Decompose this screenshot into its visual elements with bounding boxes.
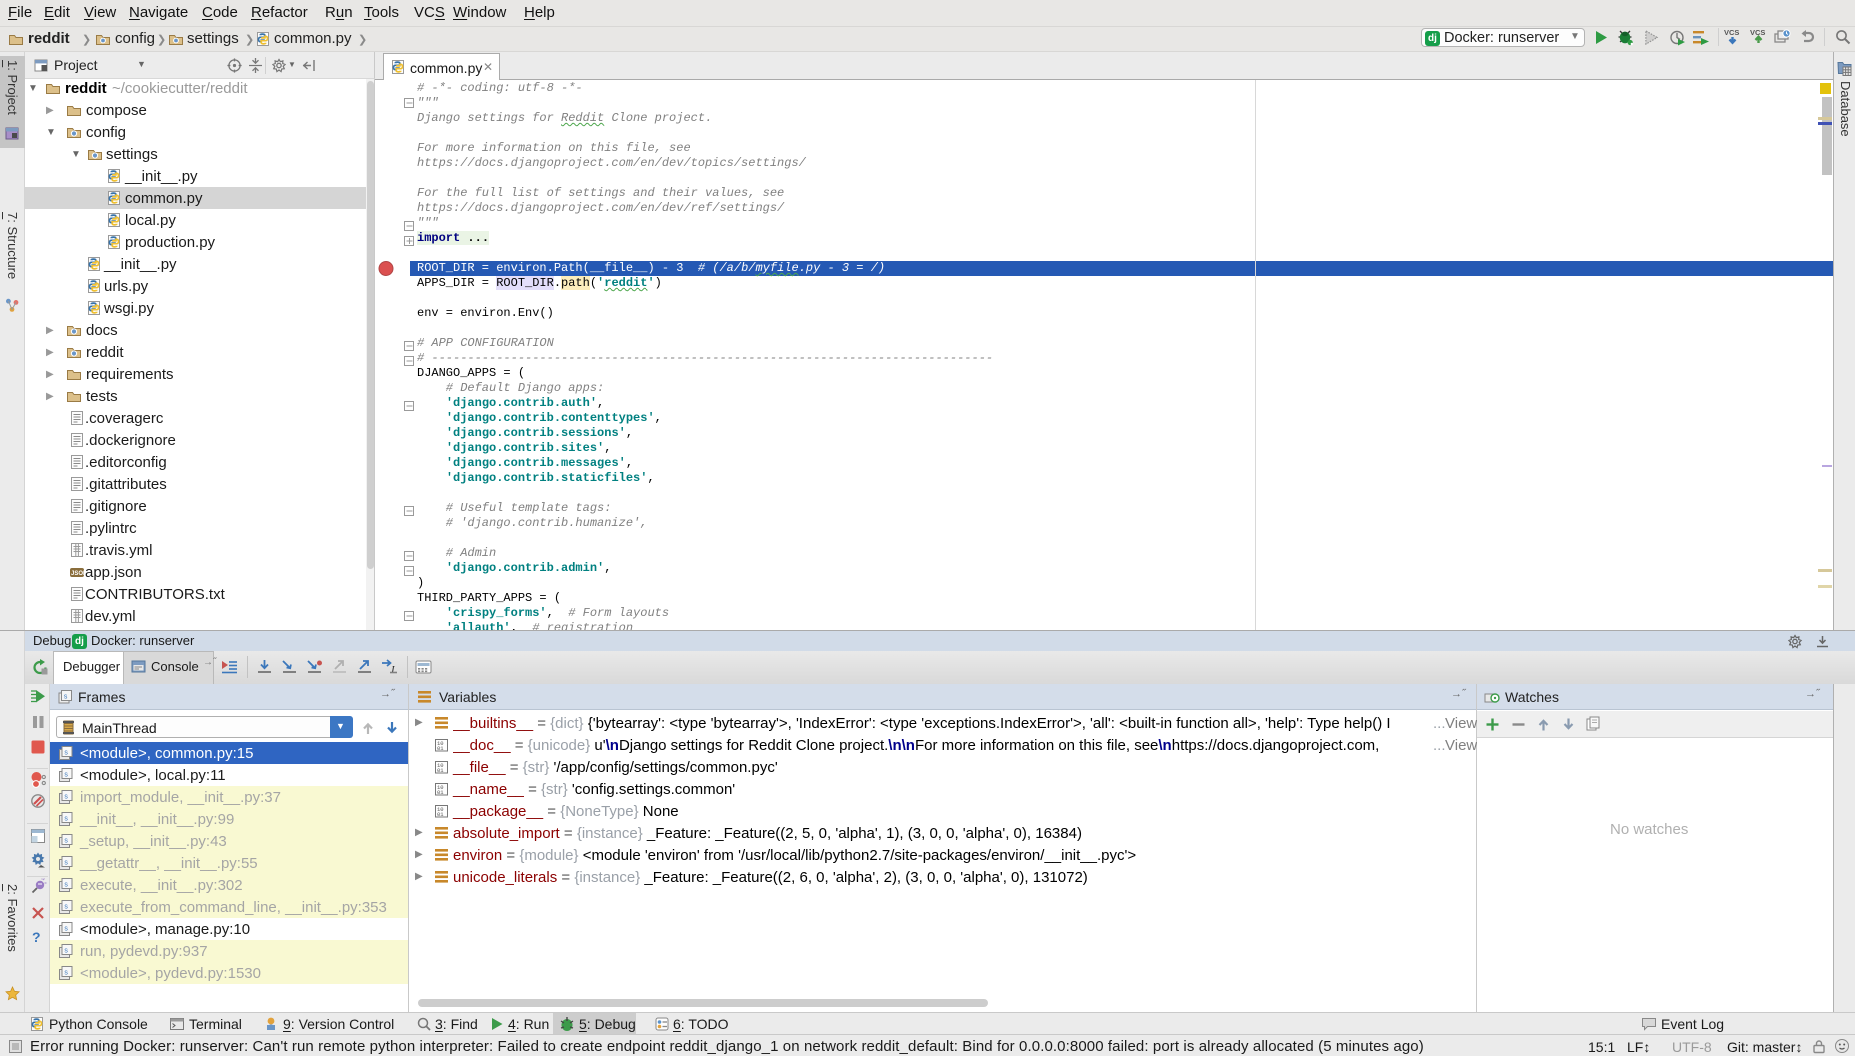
svg-text:VCS: VCS bbox=[1750, 28, 1765, 37]
svg-text:VCS: VCS bbox=[1724, 28, 1739, 37]
svg-text:s: s bbox=[64, 694, 68, 702]
svg-text:JSON: JSON bbox=[71, 571, 85, 577]
svg-text:I: I bbox=[390, 664, 396, 675]
